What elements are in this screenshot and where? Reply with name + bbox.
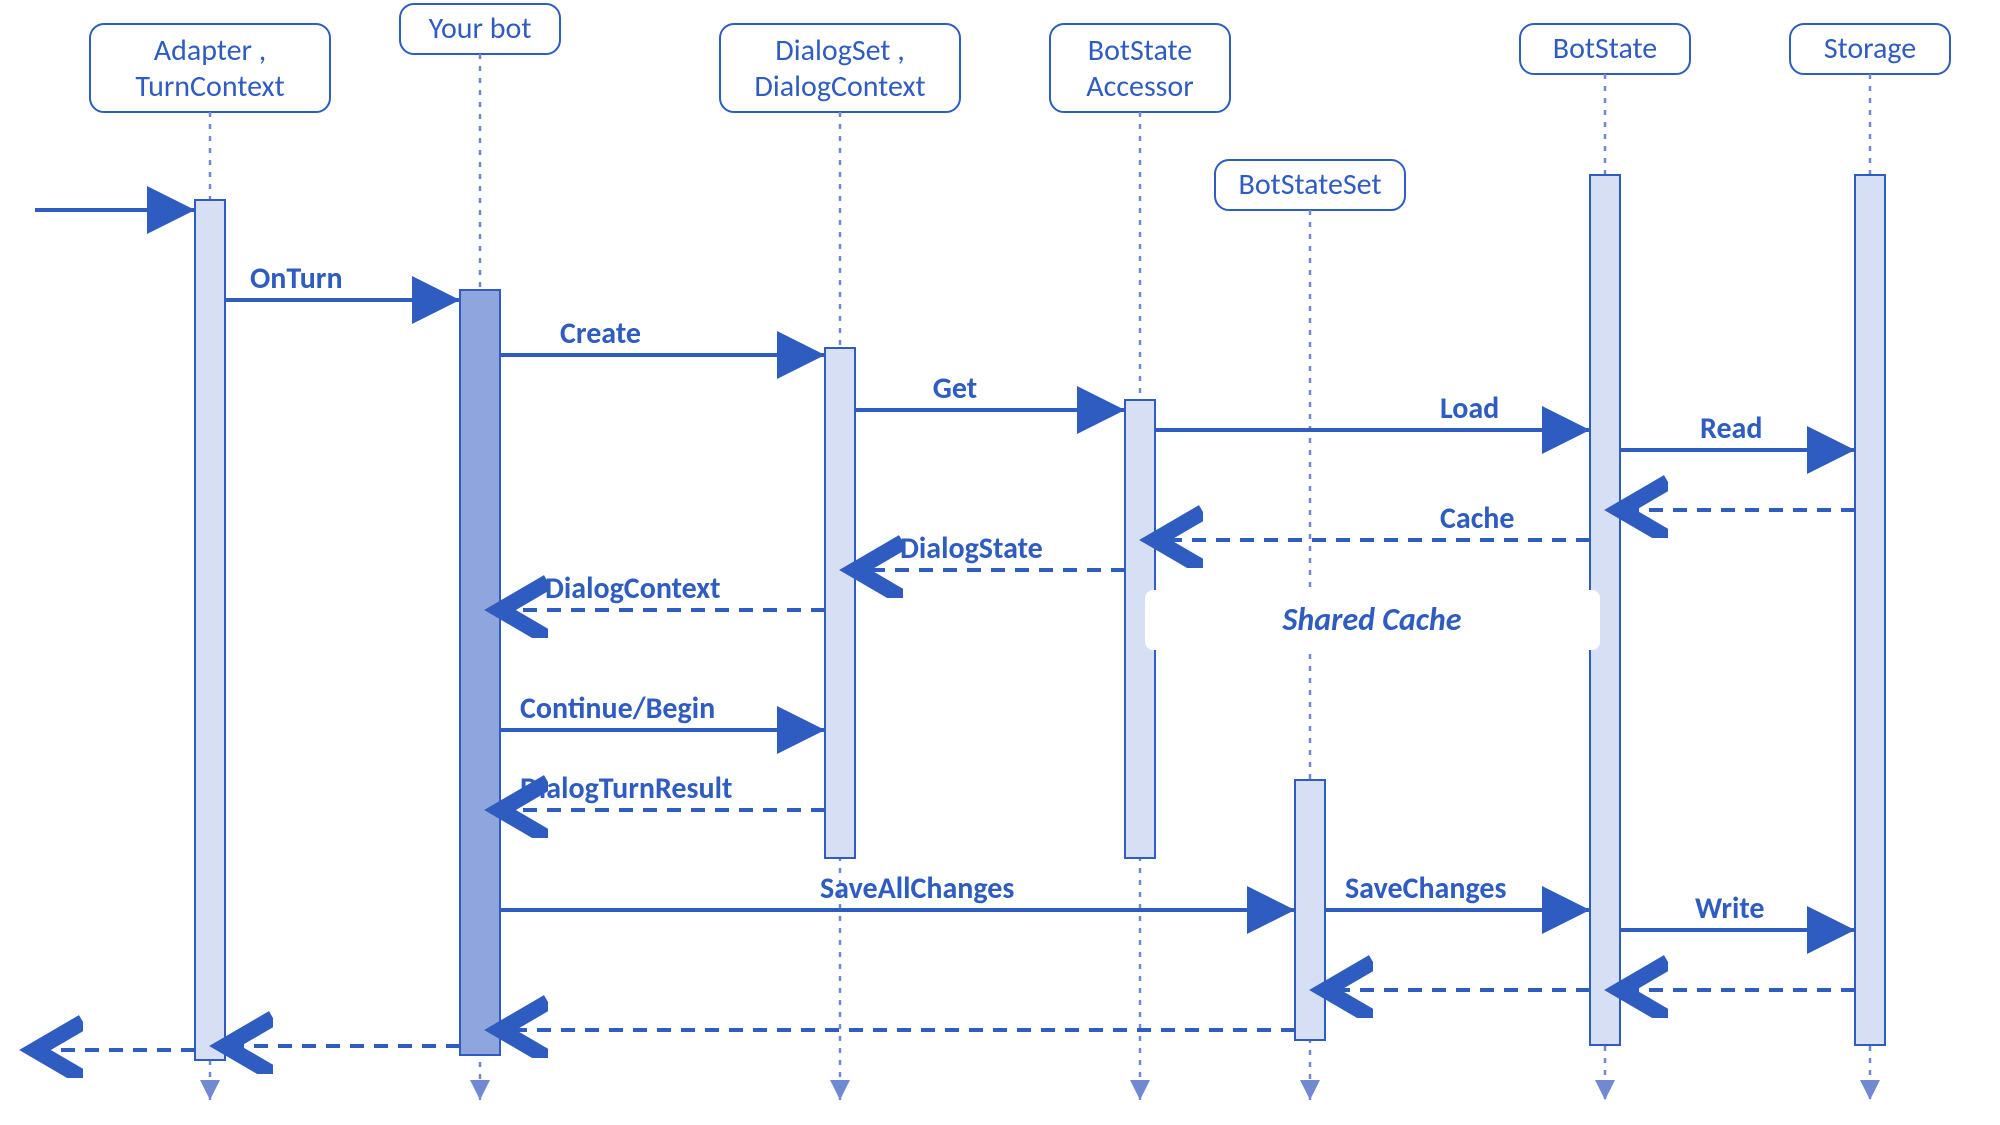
msg-dialogcontext-label: DialogContext — [545, 570, 721, 607]
msg-onturn: OnTurn — [225, 260, 460, 300]
msg-dialogturnresult: DialogTurnResult — [500, 770, 825, 810]
msg-continuebegin: Continue/Begin — [500, 690, 825, 730]
msg-onturn-label: OnTurn — [250, 260, 343, 297]
activation-stateset — [1295, 780, 1325, 1040]
msg-get: Get — [855, 370, 1125, 410]
lane-adapter-line2: TurnContext — [135, 68, 284, 105]
lane-accessor-line1: BotState — [1088, 32, 1192, 69]
msg-continuebegin-label: Continue/Begin — [520, 690, 715, 727]
msg-load: Load — [1155, 390, 1590, 430]
activation-dialog — [825, 348, 855, 858]
msg-dialogstate: DialogState — [855, 530, 1125, 570]
msg-load-label: Load — [1440, 390, 1499, 427]
lane-storage-line1: Storage — [1824, 30, 1916, 67]
activation-storage — [1855, 175, 1885, 1045]
msg-dialogcontext: DialogContext — [500, 570, 825, 610]
activation-bot — [460, 290, 500, 1055]
lane-stateset-line1: BotStateSet — [1239, 166, 1382, 203]
msg-savechanges-label: SaveChanges — [1345, 870, 1506, 907]
msg-read-label: Read — [1700, 410, 1762, 447]
msg-get-label: Get — [933, 370, 977, 407]
msg-saveallchanges-label: SaveAllChanges — [820, 870, 1014, 907]
msg-cache-label: Cache — [1440, 500, 1514, 537]
msg-savechanges: SaveChanges — [1325, 870, 1590, 910]
msg-write: Write — [1620, 890, 1855, 930]
activation-adapter — [195, 200, 225, 1060]
msg-dialogturnresult-label: DialogTurnResult — [520, 770, 732, 807]
msg-cache: Cache — [1155, 500, 1590, 540]
shared-cache-box: Shared Cache — [1145, 590, 1600, 650]
shared-cache-label: Shared Cache — [1281, 600, 1461, 639]
lane-botstate-line1: BotState — [1553, 30, 1657, 67]
lane-bot-line1: Your bot — [429, 10, 532, 47]
msg-saveallchanges: SaveAllChanges — [500, 870, 1295, 910]
lane-adapter-line1: Adapter , — [154, 32, 267, 69]
msg-create-label: Create — [560, 315, 641, 352]
lane-accessor-line2: Accessor — [1086, 68, 1193, 105]
msg-write-label: Write — [1695, 890, 1765, 927]
lane-dialog-line1: DialogSet , — [775, 32, 904, 69]
msg-create: Create — [500, 315, 825, 355]
msg-read: Read — [1620, 410, 1855, 450]
msg-dialogstate-label: DialogState — [900, 530, 1043, 567]
lane-dialog-line2: DialogContext — [754, 68, 925, 105]
